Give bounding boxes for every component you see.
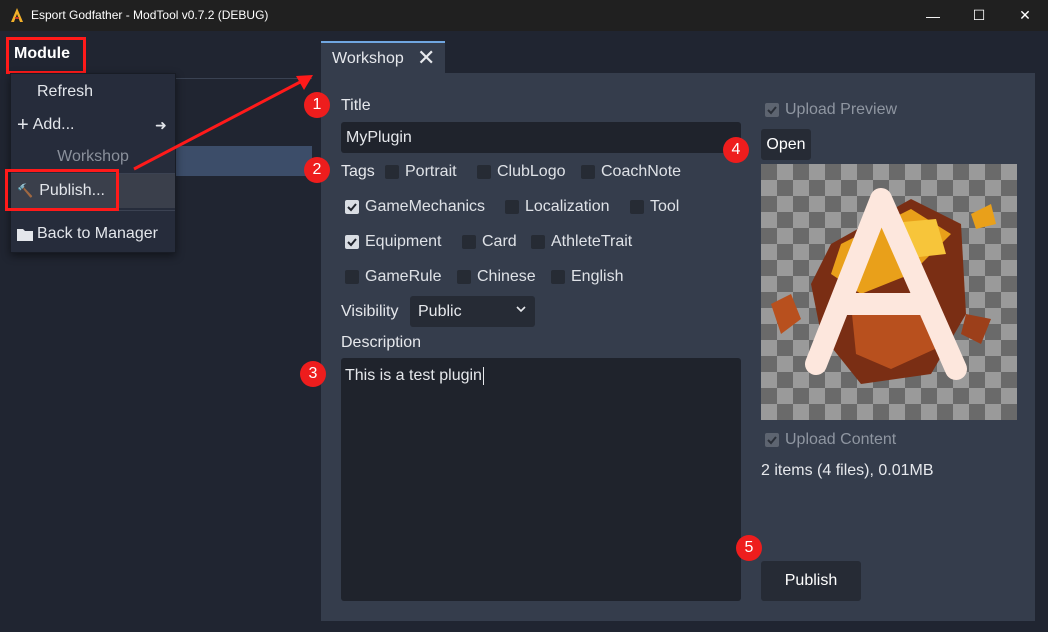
tag-label: English xyxy=(571,268,624,285)
tags-label: Tags xyxy=(341,163,375,180)
visibility-select[interactable]: Public xyxy=(410,296,535,327)
upload-content-label: Upload Content xyxy=(785,431,897,448)
preview-image[interactable] xyxy=(761,164,1017,420)
checkmark-icon xyxy=(765,433,779,447)
checkbox-box xyxy=(531,235,545,249)
tag-checkbox-tool[interactable]: Tool xyxy=(630,196,679,218)
tag-checkbox-gamemechanics[interactable]: GameMechanics xyxy=(345,196,485,218)
tag-label: AthleteTrait xyxy=(551,233,633,250)
checkbox-box xyxy=(462,235,476,249)
upload-preview-label: Upload Preview xyxy=(785,101,898,118)
checkmark-icon xyxy=(345,235,359,249)
tag-label: ClubLogo xyxy=(497,163,566,180)
description-textarea[interactable]: This is a test plugin xyxy=(341,358,741,601)
tag-checkbox-athletetrait[interactable]: AthleteTrait xyxy=(531,231,632,253)
tag-checkbox-coachnote[interactable]: CoachNote xyxy=(581,161,681,183)
description-label: Description xyxy=(341,334,422,351)
checkmark-icon xyxy=(345,200,359,214)
tag-checkbox-gamerule[interactable]: GameRule xyxy=(345,266,441,288)
annotation-badge-3: 3 xyxy=(300,361,326,387)
checkbox-box xyxy=(385,165,399,179)
tag-label: Portrait xyxy=(405,163,457,180)
plugin-logo-image xyxy=(771,188,996,384)
text-cursor xyxy=(482,367,484,385)
annotation-badge-2: 2 xyxy=(304,157,330,183)
tag-checkbox-localization[interactable]: Localization xyxy=(505,196,610,218)
tag-label: GameMechanics xyxy=(365,198,486,215)
tag-label: GameRule xyxy=(365,268,442,285)
content-summary: 2 items (4 files), 0.01MB xyxy=(761,462,934,479)
tag-label: Tool xyxy=(650,198,680,215)
tag-checkbox-card[interactable]: Card xyxy=(462,231,517,253)
checkbox-box xyxy=(505,200,519,214)
checkbox-box xyxy=(581,165,595,179)
tag-checkbox-chinese[interactable]: Chinese xyxy=(457,266,536,288)
checkbox-box xyxy=(630,200,644,214)
tag-checkbox-english[interactable]: English xyxy=(551,266,623,288)
tag-checkbox-clublogo[interactable]: ClubLogo xyxy=(477,161,566,183)
publish-button[interactable]: Publish xyxy=(761,561,861,601)
annotation-badge-1: 1 xyxy=(304,92,330,118)
checkbox-box xyxy=(457,270,471,284)
visibility-label: Visibility xyxy=(341,303,399,320)
chevron-down-icon xyxy=(516,306,526,313)
tag-label: CoachNote xyxy=(601,163,682,180)
tag-label: Card xyxy=(482,233,517,250)
checkbox-box xyxy=(551,270,565,284)
tag-label: Chinese xyxy=(477,268,536,285)
visibility-value: Public xyxy=(418,303,462,320)
upload-preview-checkbox: Upload Preview xyxy=(765,99,897,121)
checkbox-box xyxy=(345,270,359,284)
title-input[interactable]: MyPlugin xyxy=(341,122,741,153)
checkmark-icon xyxy=(765,103,779,117)
annotation-badge-4: 4 xyxy=(723,137,749,163)
upload-content-checkbox: Upload Content xyxy=(765,429,896,451)
checkbox-box xyxy=(477,165,491,179)
open-button[interactable]: Open xyxy=(761,129,811,160)
tag-checkbox-equipment[interactable]: Equipment xyxy=(345,231,442,253)
tag-label: Equipment xyxy=(365,233,442,250)
tag-label: Localization xyxy=(525,198,610,215)
title-label: Title xyxy=(341,97,371,114)
tag-checkbox-portrait[interactable]: Portrait xyxy=(385,161,457,183)
description-text: This is a test plugin xyxy=(345,367,482,385)
annotation-badge-5: 5 xyxy=(736,535,762,561)
